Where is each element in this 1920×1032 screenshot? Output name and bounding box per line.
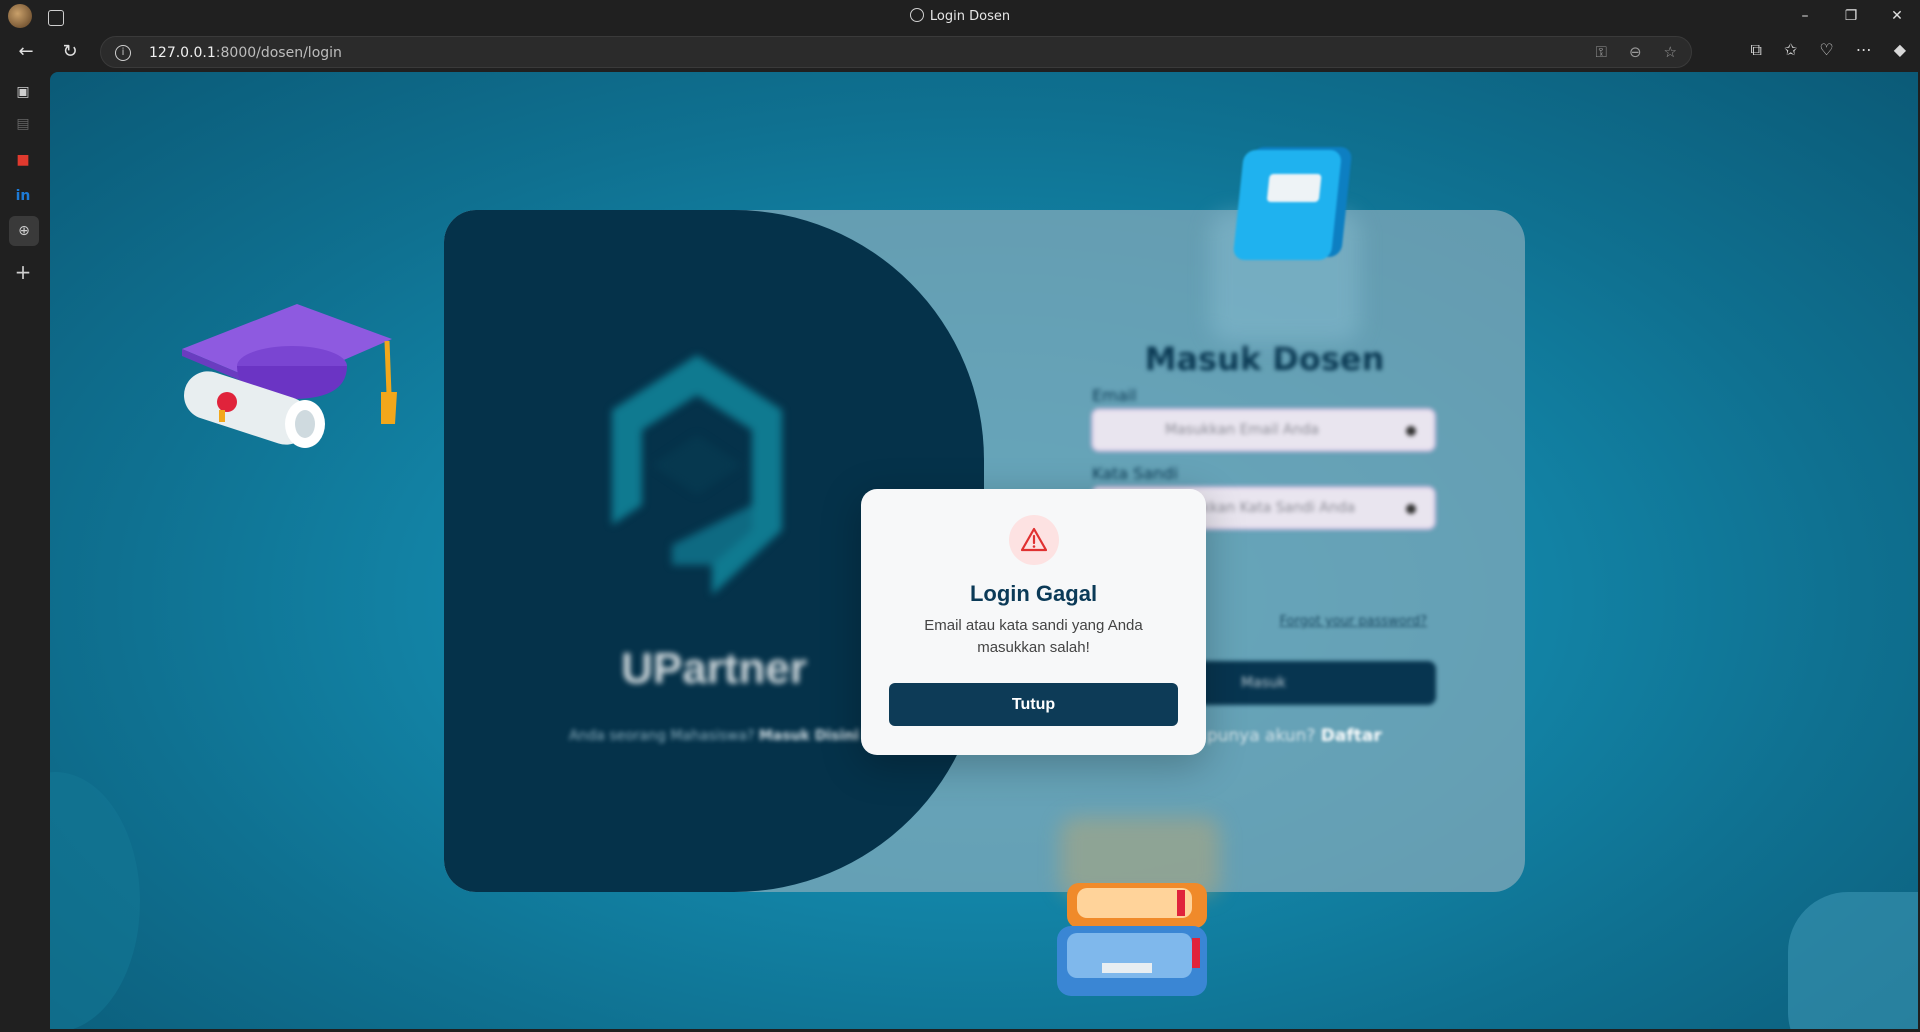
globe-sidebar-icon[interactable]: ⊕ bbox=[9, 216, 39, 246]
address-bar[interactable]: i 127.0.0.1:8000/dosen/login ⚿ ⊖ ☆ bbox=[100, 36, 1692, 68]
browser-essentials-icon[interactable]: ♡ bbox=[1819, 40, 1833, 60]
favorite-star-icon[interactable]: ☆ bbox=[1664, 43, 1677, 61]
email-placeholder: Masukkan Email Anda bbox=[1165, 422, 1319, 438]
decor-blob bbox=[50, 772, 140, 1029]
maximize-button[interactable]: ❐ bbox=[1828, 0, 1874, 32]
password-label: Kata Sandi bbox=[1092, 464, 1178, 483]
error-dialog: Login Gagal Email atau kata sandi yang A… bbox=[861, 489, 1206, 755]
decor-blob bbox=[1788, 892, 1918, 1029]
favorites-icon[interactable]: ✩ bbox=[1784, 40, 1797, 60]
globe-icon bbox=[909, 8, 924, 22]
linkedin-icon[interactable]: in bbox=[13, 186, 33, 206]
url-text[interactable]: 127.0.0.1:8000/dosen/login bbox=[149, 45, 342, 61]
dialog-message: Email atau kata sandi yang Anda masukkan… bbox=[924, 617, 1143, 656]
site-info-icon[interactable]: i bbox=[115, 45, 131, 61]
navigation-bar: ← ↻ i 127.0.0.1:8000/dosen/login ⚿ ⊖ ☆ ⧉… bbox=[0, 32, 1920, 72]
pdf-icon[interactable]: ■ bbox=[13, 150, 33, 170]
switch-role-link[interactable]: Masuk Disini bbox=[759, 728, 859, 744]
back-arrow-icon[interactable]: ← bbox=[14, 40, 38, 64]
close-dialog-button[interactable]: Tutup bbox=[889, 683, 1178, 726]
window-title: Login Dosen bbox=[0, 8, 1920, 24]
graduation-cap-icon bbox=[182, 304, 397, 448]
title-bar: Login Dosen – ❐ ✕ bbox=[0, 0, 1920, 32]
close-window-button[interactable]: ✕ bbox=[1874, 0, 1920, 32]
warning-triangle-icon bbox=[1021, 527, 1047, 552]
form-title: Masuk Dosen bbox=[1144, 340, 1385, 378]
forgot-password-link[interactable]: Forgot your password? bbox=[1279, 614, 1427, 629]
dialog-title: Login Gagal bbox=[969, 581, 1098, 606]
autofill-icon bbox=[1406, 504, 1416, 514]
page-viewport: UPartner Anda seorang Mahasiswa? Masuk D… bbox=[50, 72, 1918, 1029]
register-link[interactable]: Daftar bbox=[1321, 726, 1382, 746]
tab-title: Login Dosen bbox=[929, 9, 1011, 24]
email-label: Email bbox=[1092, 386, 1137, 405]
add-icon[interactable]: + bbox=[13, 262, 33, 282]
extensions-icon[interactable]: ⧉ bbox=[1751, 40, 1762, 60]
book-illustration-icon bbox=[1233, 147, 1352, 260]
brand-logo-icon bbox=[612, 355, 782, 595]
copilot-icon[interactable]: ◆ bbox=[1894, 40, 1906, 60]
autofill-icon bbox=[1406, 426, 1416, 436]
sidebar-tabs-icon[interactable]: ▣ bbox=[13, 82, 33, 102]
minimize-button[interactable]: – bbox=[1782, 0, 1828, 32]
book-stack-icon bbox=[1057, 883, 1207, 996]
refresh-icon[interactable]: ↻ bbox=[58, 40, 82, 64]
email-field[interactable]: Masukkan Email Anda bbox=[1091, 408, 1436, 452]
zoom-out-icon[interactable]: ⊖ bbox=[1629, 43, 1642, 61]
browser-sidebar: ▣ ▤ ■ in ⊕ + bbox=[0, 72, 50, 1032]
key-icon[interactable]: ⚿ bbox=[1596, 43, 1607, 61]
sidebar-collections-icon[interactable]: ▤ bbox=[13, 114, 33, 134]
more-menu-icon[interactable]: ⋯ bbox=[1856, 40, 1872, 60]
warning-badge bbox=[1009, 515, 1059, 565]
